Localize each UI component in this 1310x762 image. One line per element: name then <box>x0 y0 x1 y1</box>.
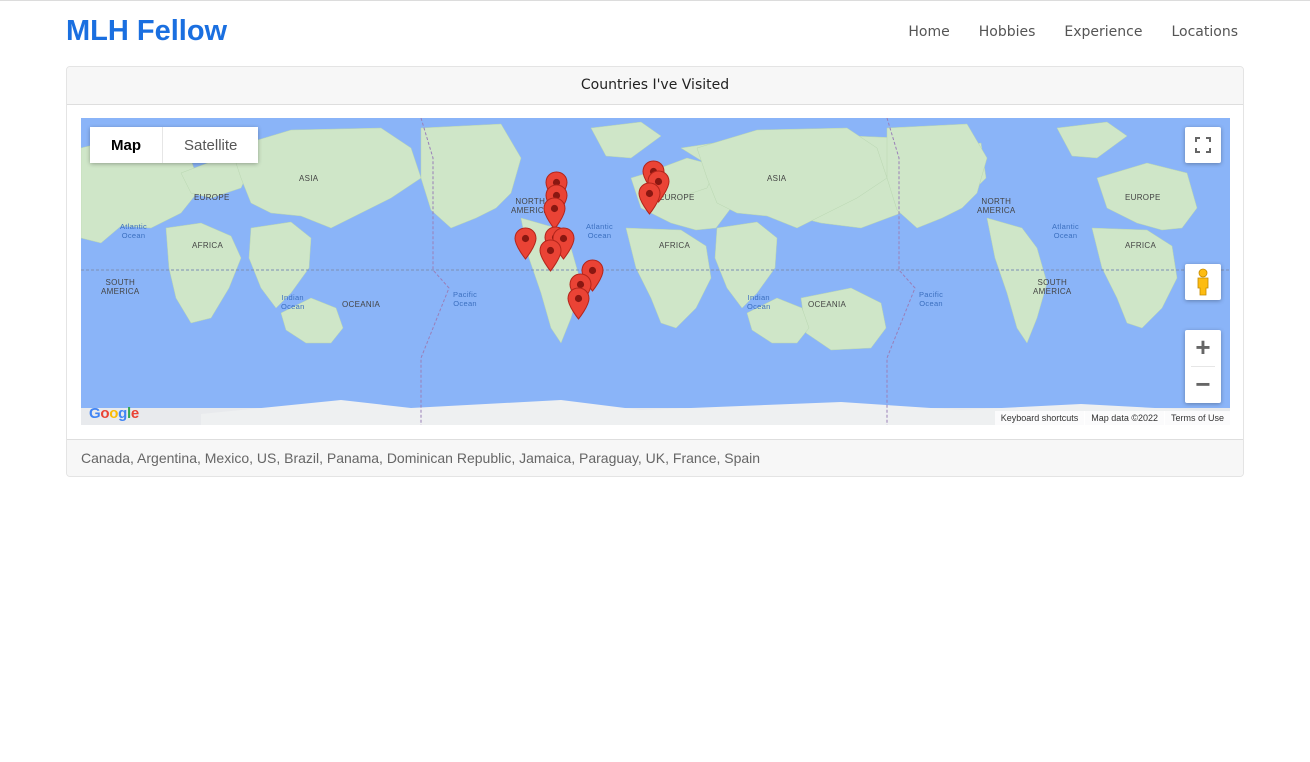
label-south-america-2: SOUTH AMERICA <box>1033 278 1072 296</box>
countries-card: Countries I've Visited ASIA EUROPE AFRIC… <box>66 66 1244 477</box>
nav-hobbies[interactable]: Hobbies <box>979 24 1036 40</box>
map-marker[interactable] <box>514 227 537 260</box>
label-africa-2: AFRICA <box>659 241 691 250</box>
map-marker-icon <box>567 287 590 320</box>
map-data-text: Map data ©2022 <box>1084 411 1164 425</box>
zoom-control: + − <box>1185 330 1221 403</box>
label-africa: AFRICA <box>192 241 224 250</box>
label-north-america-2: NORTH AMERICA <box>977 197 1016 215</box>
pegman-icon <box>1197 268 1209 296</box>
label-europe: EUROPE <box>194 193 230 202</box>
card-header: Countries I've Visited <box>67 67 1243 105</box>
nav-home[interactable]: Home <box>908 24 949 40</box>
keyboard-shortcuts-link[interactable]: Keyboard shortcuts <box>995 411 1085 425</box>
label-africa-3: AFRICA <box>1125 241 1157 250</box>
brand-logo[interactable]: MLH Fellow <box>66 15 227 48</box>
map-type-control: Map Satellite <box>90 127 259 163</box>
world-map[interactable]: ASIA EUROPE AFRICA SOUTH AMERICA OCEANIA … <box>81 118 1230 425</box>
map-marker[interactable] <box>638 182 661 215</box>
map-marker-icon <box>539 239 562 272</box>
nav-experience[interactable]: Experience <box>1064 24 1142 40</box>
top-nav: Home Hobbies Experience Locations <box>908 24 1238 40</box>
nav-locations[interactable]: Locations <box>1171 24 1238 40</box>
label-asia-2: ASIA <box>767 174 787 183</box>
label-indian: Indian Ocean <box>281 293 305 311</box>
map-type-map-button[interactable]: Map <box>90 127 163 163</box>
street-view-button[interactable] <box>1185 264 1221 300</box>
label-europe-3: EUROPE <box>1125 193 1161 202</box>
zoom-in-button[interactable]: + <box>1185 330 1221 366</box>
label-oceania-2: OCEANIA <box>808 300 847 309</box>
map-attribution: Keyboard shortcuts Map data ©2022 Terms … <box>994 411 1230 425</box>
google-logo[interactable]: Google <box>89 405 139 422</box>
label-asia: ASIA <box>299 174 319 183</box>
map-marker-icon <box>638 182 661 215</box>
label-atlantic-2: Atlantic Ocean <box>586 222 613 240</box>
label-pacific-2: Pacific Ocean <box>919 290 944 308</box>
map-marker[interactable] <box>567 287 590 320</box>
label-atlantic-3: Atlantic Ocean <box>1052 222 1079 240</box>
label-south-america: SOUTH AMERICA <box>101 278 140 296</box>
card-footer: Canada, Argentina, Mexico, US, Brazil, P… <box>67 439 1243 476</box>
label-indian-2: Indian Ocean <box>747 293 771 311</box>
zoom-out-button[interactable]: − <box>1185 367 1221 403</box>
label-pacific: Pacific Ocean <box>453 290 478 308</box>
label-atlantic: Atlantic Ocean <box>120 222 147 240</box>
terms-of-use-link[interactable]: Terms of Use <box>1163 411 1230 425</box>
label-oceania: OCEANIA <box>342 300 381 309</box>
map-marker[interactable] <box>539 239 562 272</box>
map-type-satellite-button[interactable]: Satellite <box>163 127 259 163</box>
fullscreen-icon <box>1195 137 1211 153</box>
map-marker-icon <box>514 227 537 260</box>
fullscreen-button[interactable] <box>1185 127 1221 163</box>
